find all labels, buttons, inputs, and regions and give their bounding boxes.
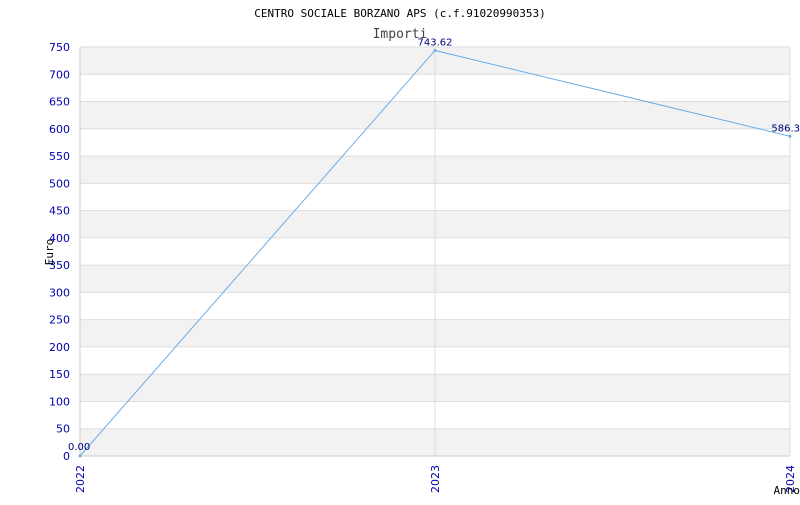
- chart-subtitle: Importi: [373, 27, 428, 42]
- y-tick-label: 700: [49, 68, 70, 81]
- x-axis-label: Anno: [774, 484, 800, 497]
- y-tick-label: 150: [49, 368, 70, 381]
- y-tick-label: 550: [49, 150, 70, 163]
- y-tick-label: 200: [49, 341, 70, 354]
- y-tick-label: 650: [49, 96, 70, 109]
- line-chart: 0501001502002503003504004505005506006507…: [0, 0, 800, 500]
- x-tick-labels: 202220232024: [74, 465, 797, 493]
- chart-title: CENTRO SOCIALE BORZANO APS (c.f.91020990…: [254, 7, 545, 20]
- y-tick-label: 50: [56, 423, 70, 436]
- y-tick-label: 600: [49, 123, 70, 136]
- data-point: [79, 455, 82, 458]
- y-tick-label: 750: [49, 41, 70, 54]
- data-point: [789, 135, 792, 138]
- x-tick-label: 2022: [74, 465, 87, 493]
- y-tick-label: 450: [49, 205, 70, 218]
- data-label: 0.00: [68, 442, 90, 453]
- y-tick-label: 250: [49, 314, 70, 327]
- y-axis-label: Euro: [43, 239, 56, 266]
- chart-canvas: 0501001502002503003504004505005506006507…: [0, 0, 800, 500]
- data-label: 586.3: [771, 123, 800, 134]
- y-tick-label: 500: [49, 177, 70, 190]
- y-tick-label: 300: [49, 286, 70, 299]
- x-tick-label: 2023: [429, 465, 442, 493]
- y-tick-label: 100: [49, 395, 70, 408]
- data-point: [434, 49, 437, 52]
